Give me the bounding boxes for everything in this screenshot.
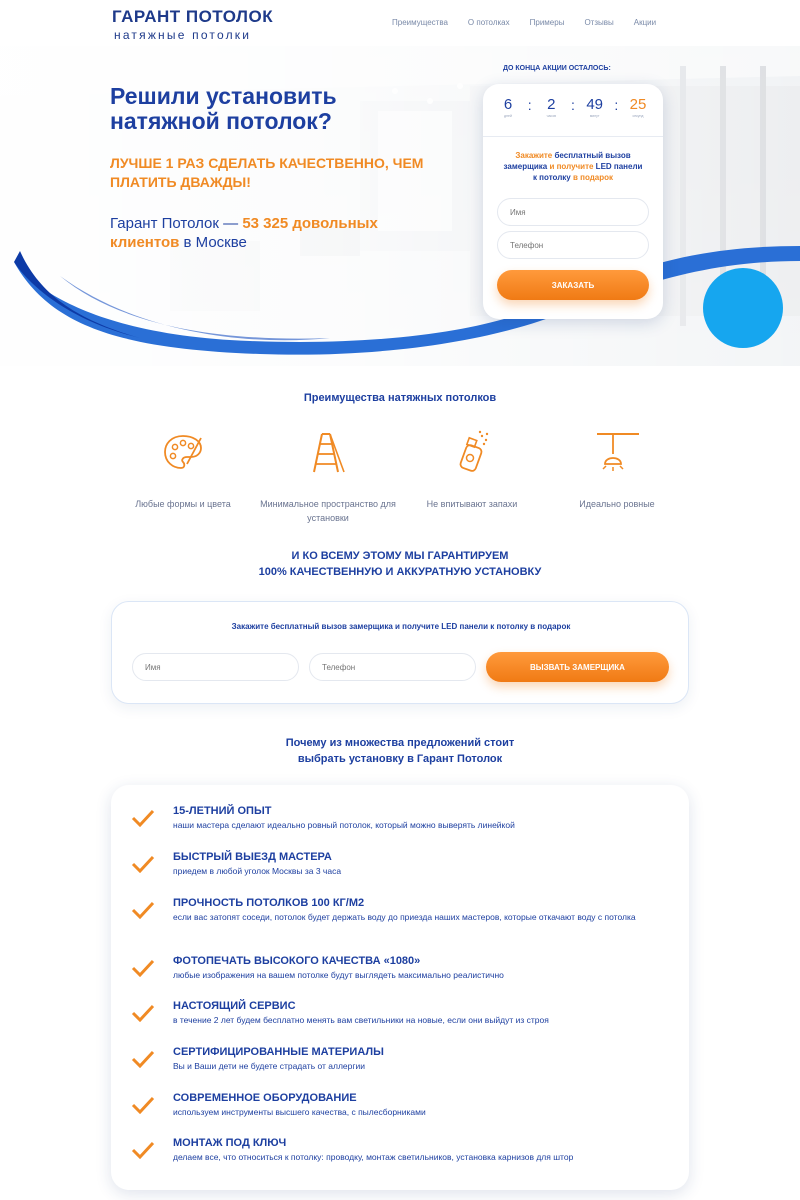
hero-clients-text: Гарант Потолок — 53 325 довольных клиент… xyxy=(110,214,430,252)
why-item-desc: Вы и Ваши дети не будете страдать от алл… xyxy=(173,1061,365,1071)
offer-text-part: и получите xyxy=(549,162,594,171)
why-list-card: 15-ЛЕТНИЙ ОПЫТ наши мастера сделают идеа… xyxy=(111,785,689,1190)
clients-prefix: Гарант Потолок — xyxy=(110,215,243,232)
site-header: ГАРАНТ ПОТОЛОК натяжные потолки Преимуще… xyxy=(0,0,800,46)
advantage-label: Минимальное пространство для установки xyxy=(260,499,396,523)
why-title-line: выбрать установку в Гарант Потолок xyxy=(297,753,503,765)
timer-separator: : xyxy=(571,97,575,113)
main-nav: Преимущества О потолках Примеры Отзывы А… xyxy=(392,18,676,27)
advantage-item: Не впитывают запахи xyxy=(397,430,547,511)
order-bar-card: Закажите бесплатный вызов замерщика и по… xyxy=(111,601,689,704)
hero-section: Решили установить натяжной потолок? ЛУЧШ… xyxy=(0,46,800,366)
hero-name-input[interactable] xyxy=(497,198,649,226)
why-item-title: БЫСТРЫЙ ВЫЕЗД МАСТЕРА xyxy=(173,851,332,863)
why-item-desc: в течение 2 лет будем бесплатно менять в… xyxy=(173,1015,549,1025)
why-item-title: ФОТОПЕЧАТЬ ВЫСОКОГО КАЧЕСТВА «1080» xyxy=(173,955,421,967)
check-icon xyxy=(131,959,155,977)
nav-link-examples[interactable]: Примеры xyxy=(530,18,565,27)
why-item-desc: если вас затопят соседи, потолок будет д… xyxy=(173,912,636,922)
timer-days-label: дней xyxy=(504,114,512,118)
timer-seconds: 25 секунд xyxy=(625,96,651,126)
nav-link-promotions[interactable]: Акции xyxy=(634,18,656,27)
why-item-desc: наши мастера сделают идеально ровный пот… xyxy=(173,820,515,830)
hero-title: Решили установить натяжной потолок? xyxy=(110,83,337,134)
hero-form-offer-text: Закажите бесплатный вызов замерщика и по… xyxy=(501,150,645,183)
advantage-item: Минимальное пространство для установки xyxy=(253,430,403,525)
check-icon xyxy=(131,1141,155,1159)
timer-minutes-value: 49 xyxy=(586,96,603,113)
ceiling-lamp-icon xyxy=(597,433,639,471)
timer-days: 6 дней xyxy=(495,96,521,126)
timer-hours-label: часов xyxy=(546,114,557,118)
check-icon xyxy=(131,1004,155,1022)
timer-separator: : xyxy=(527,97,532,113)
logo-subtitle: натяжные потолки xyxy=(114,28,252,42)
timer-minutes-label: минут xyxy=(589,114,600,118)
order-phone-input[interactable] xyxy=(309,653,476,681)
offer-text-part: в подарок xyxy=(572,173,614,182)
guarantee-line: 100% КАЧЕСТВЕННУЮ И АККУРАТНУЮ УСТАНОВКУ xyxy=(258,566,542,578)
guarantee-heading: И КО ВСЕМУ ЭТОМУ МЫ ГАРАНТИРУЕМ 100% КАЧ… xyxy=(0,548,800,580)
logo[interactable]: ГАРАНТ ПОТОЛОК натяжные потолки xyxy=(112,7,273,42)
check-icon xyxy=(131,901,155,919)
order-name-input[interactable] xyxy=(132,653,299,681)
why-item-title: ПРОЧНОСТЬ ПОТОЛКОВ 100 КГ/М2 xyxy=(173,897,365,909)
hero-order-card: 6 дней : 2 часов : 49 минут : 25 секунд … xyxy=(483,84,663,319)
why-item-desc: используем инструменты высшего качества,… xyxy=(173,1107,426,1117)
advantage-item: Идеально ровные xyxy=(542,430,692,511)
nav-link-reviews[interactable]: Отзывы xyxy=(584,18,613,27)
why-item-title: НАСТОЯЩИЙ СЕРВИС xyxy=(173,1000,296,1012)
guarantee-line: И КО ВСЕМУ ЭТОМУ МЫ ГАРАНТИРУЕМ xyxy=(291,550,509,562)
timer-seconds-label: секунд xyxy=(632,114,644,118)
timer-minutes: 49 минут xyxy=(582,96,608,126)
blue-circle-decoration xyxy=(703,268,783,348)
advantage-label: Не впитывают запахи xyxy=(426,499,518,509)
order-bar-text: Закажите бесплатный вызов замерщика и по… xyxy=(231,622,571,631)
nav-link-about[interactable]: О потолках xyxy=(468,18,510,27)
advantages-title: Преимущества натяжных потолков xyxy=(303,392,497,404)
palette-icon xyxy=(164,435,202,469)
logo-title: ГАРАНТ ПОТОЛОК xyxy=(112,7,274,26)
timer-separator: : xyxy=(614,97,619,113)
ladder-icon xyxy=(313,433,345,473)
why-item-desc: любые изображения на вашем потолке будут… xyxy=(173,970,504,980)
check-icon xyxy=(131,1096,155,1114)
why-item-title: МОНТАЖ ПОД КЛЮЧ xyxy=(173,1137,287,1149)
why-item-title: СОВРЕМЕННОЕ ОБОРУДОВАНИЕ xyxy=(173,1092,357,1104)
card-divider xyxy=(483,136,663,137)
timer-days-value: 6 xyxy=(503,96,513,113)
why-title-line: Почему из множества предложений стоит xyxy=(285,737,515,749)
timer-caption: ДО КОНЦА АКЦИИ ОСТАЛОСЬ: xyxy=(503,65,611,72)
why-item-title: СЕРТИФИЦИРОВАННЫЕ МАТЕРИАЛЫ xyxy=(173,1046,384,1058)
countdown-timer: 6 дней : 2 часов : 49 минут : 25 секунд xyxy=(495,96,651,126)
advantage-label: Идеально ровные xyxy=(579,499,655,509)
advantage-label: Любые формы и цвета xyxy=(135,499,231,509)
why-item-desc: делаем все, что относиться к потолку: пр… xyxy=(173,1152,574,1162)
check-icon xyxy=(131,855,155,873)
advantage-item: Любые формы и цвета xyxy=(108,430,258,511)
call-measurer-button[interactable]: ВЫЗВАТЬ ЗАМЕРЩИКА xyxy=(486,652,669,682)
check-icon xyxy=(131,809,155,827)
timer-hours: 2 часов xyxy=(538,96,564,126)
hero-subtitle: ЛУЧШЕ 1 РАЗ СДЕЛАТЬ КАЧЕСТВЕННО, ЧЕМ ПЛА… xyxy=(110,155,424,190)
hero-phone-input[interactable] xyxy=(497,231,649,259)
why-item-title: 15-ЛЕТНИЙ ОПЫТ xyxy=(173,805,272,817)
order-button[interactable]: ЗАКАЗАТЬ xyxy=(497,270,649,300)
offer-text-part: Закажите xyxy=(515,151,553,160)
check-icon xyxy=(131,1050,155,1068)
timer-hours-value: 2 xyxy=(547,96,556,113)
nav-link-advantages[interactable]: Преимущества xyxy=(392,18,448,27)
why-item-desc: приедем в любой уголок Москвы за 3 часа xyxy=(173,866,342,876)
timer-seconds-value: 25 xyxy=(629,96,647,113)
why-title: Почему из множества предложений стоит вы… xyxy=(0,735,800,767)
clients-suffix: в Москве xyxy=(179,234,247,251)
spray-icon xyxy=(459,430,489,472)
